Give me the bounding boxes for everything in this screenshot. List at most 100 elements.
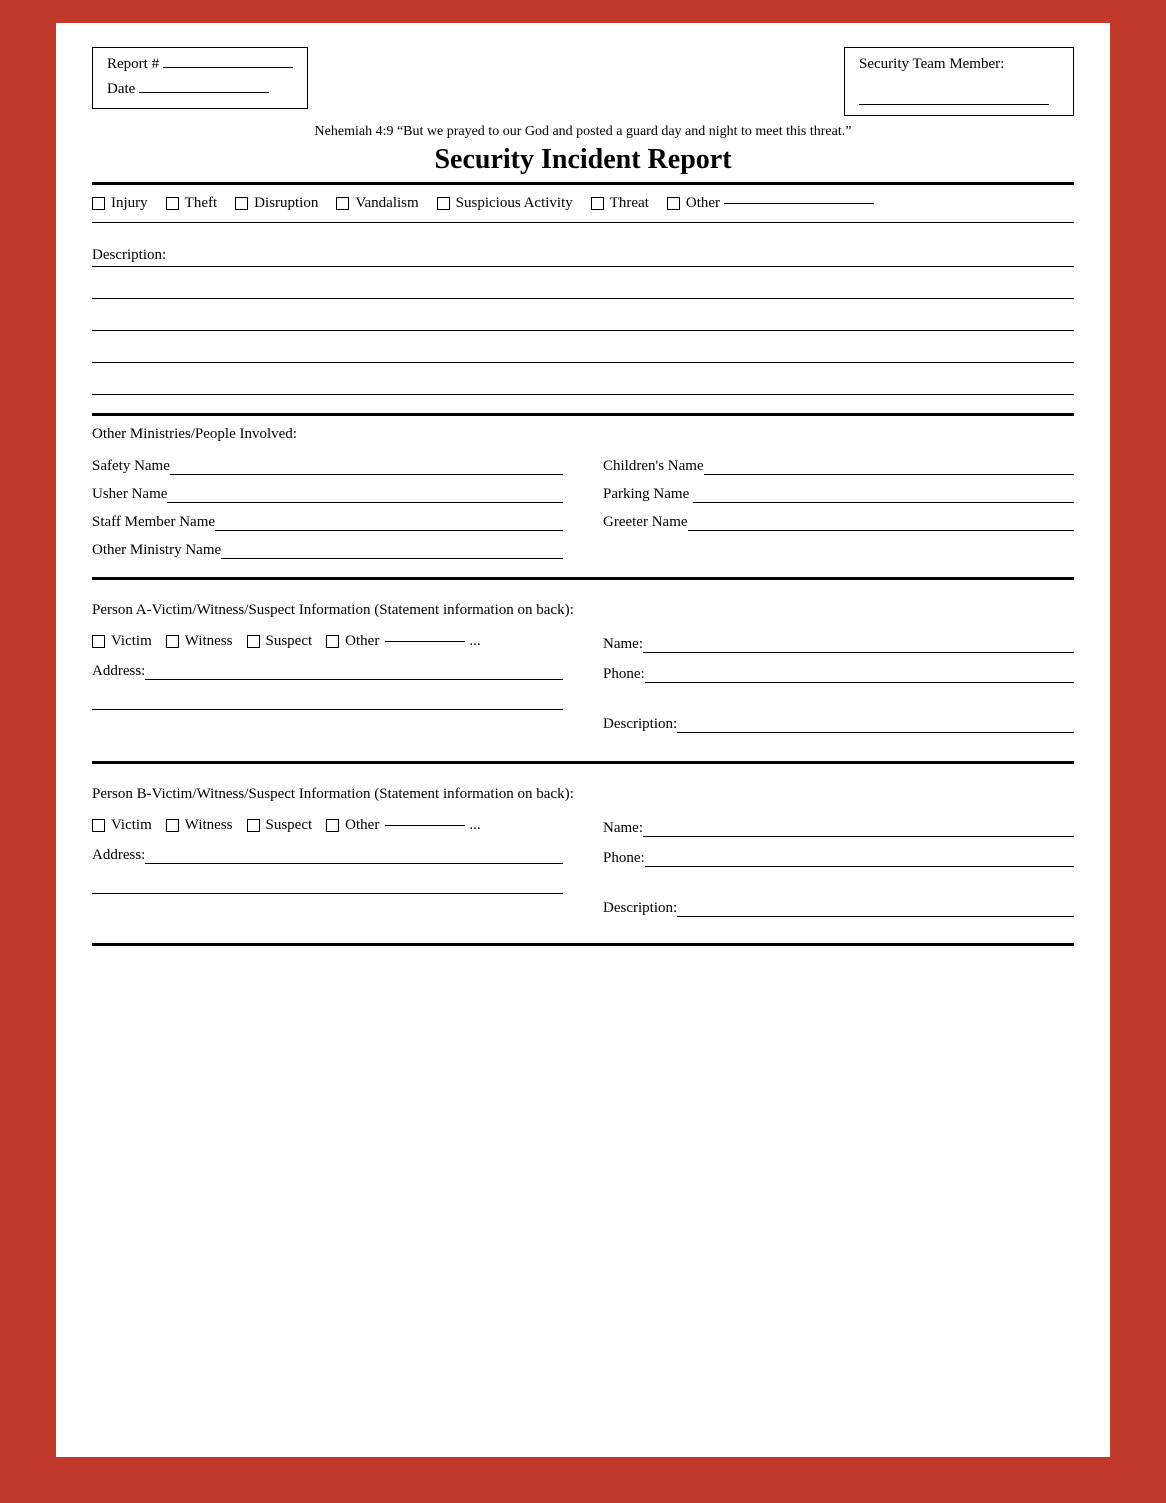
incident-type-vandalism[interactable]: Vandalism xyxy=(336,195,418,212)
top-row: Report # Date Security Team Member: xyxy=(92,47,1074,116)
vandalism-label: Vandalism xyxy=(355,195,418,212)
person-b-phone-field[interactable] xyxy=(645,847,1074,867)
a-victim-label: Victim xyxy=(111,633,152,650)
person-a-section: Person A-Victim/Witness/Suspect Informat… xyxy=(92,590,1074,751)
b-victim-checkbox[interactable] xyxy=(92,819,105,832)
b-other-field[interactable] xyxy=(385,825,465,826)
person-a-grid: Victim Witness Suspect Other ... xyxy=(92,633,1074,743)
person-b-header: Person B-Victim/Witness/Suspect Informat… xyxy=(92,786,1074,803)
other-label: Other xyxy=(686,195,720,212)
b-suspect-checkbox[interactable] xyxy=(247,819,260,832)
security-team-field[interactable] xyxy=(859,87,1049,105)
person-a-victim[interactable]: Victim xyxy=(92,633,152,650)
person-b-address-line2[interactable] xyxy=(92,874,563,894)
greeter-name-field[interactable] xyxy=(688,511,1074,531)
desc-line-5 xyxy=(92,367,1074,395)
person-b-address-field[interactable] xyxy=(145,844,563,864)
person-b-other[interactable]: Other ... xyxy=(326,817,480,834)
parking-name-label: Parking Name xyxy=(603,486,693,503)
b-other-label: Other xyxy=(345,817,379,834)
person-b-witness[interactable]: Witness xyxy=(166,817,233,834)
children-name-label: Children's Name xyxy=(603,458,704,475)
b-other-checkbox[interactable] xyxy=(326,819,339,832)
section-divider-2 xyxy=(92,577,1074,580)
person-a-suspect[interactable]: Suspect xyxy=(247,633,313,650)
incident-type-threat[interactable]: Threat xyxy=(591,195,649,212)
person-b-name-row: Name: xyxy=(603,817,1074,837)
incident-type-disruption[interactable]: Disruption xyxy=(235,195,318,212)
a-other-dots: ... xyxy=(469,633,480,650)
ministries-right: Children's Name Parking Name Greeter Nam… xyxy=(603,455,1074,567)
person-a-address-row: Address: xyxy=(92,660,563,680)
report-box: Report # Date xyxy=(92,47,308,109)
incident-type-injury[interactable]: Injury xyxy=(92,195,148,212)
person-a-witness[interactable]: Witness xyxy=(166,633,233,650)
suspicious-checkbox[interactable] xyxy=(437,197,450,210)
b-other-dots: ... xyxy=(469,817,480,834)
incident-type-suspicious[interactable]: Suspicious Activity xyxy=(437,195,573,212)
other-field[interactable] xyxy=(724,203,874,204)
staff-name-field[interactable] xyxy=(215,511,563,531)
usher-name-field[interactable] xyxy=(167,483,563,503)
a-other-checkbox[interactable] xyxy=(326,635,339,648)
person-a-header: Person A-Victim/Witness/Suspect Informat… xyxy=(92,602,1074,619)
greeter-name-row: Greeter Name xyxy=(603,511,1074,531)
person-a-desc-label: Description: xyxy=(603,716,677,733)
person-a-phone-row: Phone: xyxy=(603,663,1074,683)
other-ministry-field[interactable] xyxy=(221,539,563,559)
person-a-desc-field[interactable] xyxy=(677,713,1074,733)
person-b-desc-field[interactable] xyxy=(677,897,1074,917)
person-b-left: Victim Witness Suspect Other ... xyxy=(92,817,563,927)
report-num-field[interactable] xyxy=(163,67,293,68)
person-a-other[interactable]: Other ... xyxy=(326,633,480,650)
parking-name-field[interactable] xyxy=(693,483,1074,503)
ministries-grid: Safety Name Usher Name Staff Member Name… xyxy=(92,455,1074,567)
desc-line-4 xyxy=(92,335,1074,363)
threat-checkbox[interactable] xyxy=(591,197,604,210)
person-a-phone-label: Phone: xyxy=(603,666,645,683)
safety-name-row: Safety Name xyxy=(92,455,563,475)
a-suspect-label: Suspect xyxy=(266,633,313,650)
person-a-address-line2[interactable] xyxy=(92,690,563,710)
greeter-name-label: Greeter Name xyxy=(603,514,688,531)
person-b-types: Victim Witness Suspect Other ... xyxy=(92,817,563,834)
person-a-types: Victim Witness Suspect Other ... xyxy=(92,633,563,650)
a-witness-checkbox[interactable] xyxy=(166,635,179,648)
theft-checkbox[interactable] xyxy=(166,197,179,210)
usher-name-row: Usher Name xyxy=(92,483,563,503)
desc-first-line: Description: xyxy=(92,239,1074,267)
incident-types-row: Injury Theft Disruption Vandalism Suspic… xyxy=(92,185,1074,223)
person-b-phone-label: Phone: xyxy=(603,850,645,867)
person-b-name-field[interactable] xyxy=(643,817,1074,837)
person-a-spacer xyxy=(603,693,1074,713)
person-b-right: Name: Phone: Description: xyxy=(603,817,1074,927)
safety-name-field[interactable] xyxy=(170,455,563,475)
vandalism-checkbox[interactable] xyxy=(336,197,349,210)
b-victim-label: Victim xyxy=(111,817,152,834)
b-witness-checkbox[interactable] xyxy=(166,819,179,832)
other-ministry-label: Other Ministry Name xyxy=(92,542,221,559)
person-b-victim[interactable]: Victim xyxy=(92,817,152,834)
disruption-checkbox[interactable] xyxy=(235,197,248,210)
page: Report # Date Security Team Member: Nehe… xyxy=(53,20,1113,1460)
date-label: Date xyxy=(107,81,135,97)
a-other-field[interactable] xyxy=(385,641,465,642)
other-ministry-row: Other Ministry Name xyxy=(92,539,563,559)
a-victim-checkbox[interactable] xyxy=(92,635,105,648)
other-checkbox[interactable] xyxy=(667,197,680,210)
person-a-phone-field[interactable] xyxy=(645,663,1074,683)
security-team-box: Security Team Member: xyxy=(844,47,1074,116)
person-b-suspect[interactable]: Suspect xyxy=(247,817,313,834)
person-a-name-field[interactable] xyxy=(643,633,1074,653)
person-a-name-row: Name: xyxy=(603,633,1074,653)
person-b-phone-row: Phone: xyxy=(603,847,1074,867)
person-a-address-field[interactable] xyxy=(145,660,563,680)
injury-checkbox[interactable] xyxy=(92,197,105,210)
incident-type-other[interactable]: Other xyxy=(667,195,874,212)
incident-type-theft[interactable]: Theft xyxy=(166,195,217,212)
desc-line-2 xyxy=(92,271,1074,299)
date-field[interactable] xyxy=(139,92,269,93)
main-title: Security Incident Report xyxy=(92,144,1074,176)
a-suspect-checkbox[interactable] xyxy=(247,635,260,648)
children-name-field[interactable] xyxy=(704,455,1074,475)
